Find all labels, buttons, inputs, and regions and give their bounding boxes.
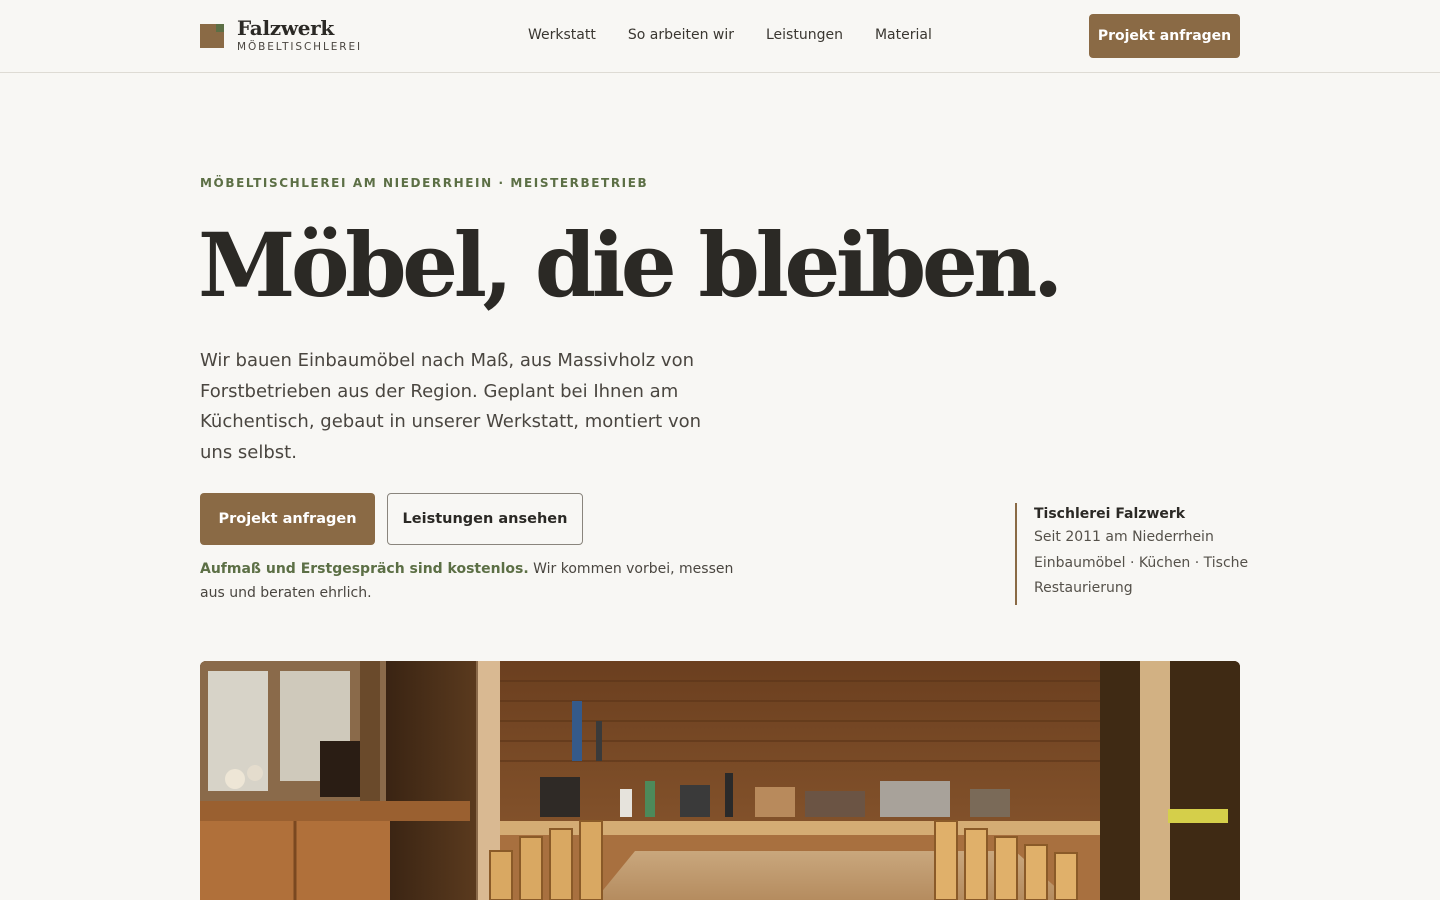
view-services-button[interactable]: Leistungen ansehen	[387, 493, 583, 545]
hero-eyebrow: MÖBELTISCHLEREI AM NIEDERRHEIN · MEISTER…	[200, 176, 649, 190]
nav-link-material[interactable]: Material	[875, 25, 932, 45]
header-project-request-button[interactable]: Projekt anfragen	[1089, 14, 1240, 58]
workshop-photo	[200, 661, 1240, 900]
nav-link-werkstatt[interactable]: Werkstatt	[528, 25, 596, 45]
main-nav: Werkstatt So arbeiten wir Leistungen Mat…	[528, 25, 964, 45]
brand-subtitle: MÖBELTISCHLEREI	[237, 41, 362, 53]
hero-note: Aufmaß und Erstgespräch sind kostenlos. …	[200, 557, 760, 605]
company-info-card: Tischlerei Falzwerk Seit 2011 am Niederr…	[1015, 503, 1249, 605]
falzwerk-logo-square-icon	[200, 24, 224, 48]
nav-link-leistungen[interactable]: Leistungen	[766, 25, 843, 45]
info-card-title: Tischlerei Falzwerk	[1034, 506, 1186, 522]
brand-logo-link[interactable]: Falzwerk MÖBELTISCHLEREI	[200, 17, 362, 57]
workshop-photo-illustration	[200, 661, 1240, 900]
info-card-line: Einbaumöbel · Küchen · Tische	[1034, 554, 1249, 571]
info-card-line: Seit 2011 am Niederrhein	[1034, 529, 1214, 545]
site-header: Falzwerk MÖBELTISCHLEREI Werkstatt So ar…	[0, 0, 1440, 73]
hero-headline: Möbel, die bleiben.	[198, 213, 1063, 317]
brand-text: Falzwerk MÖBELTISCHLEREI	[237, 17, 362, 53]
hero-lead-text: Wir bauen Einbaumöbel nach Maß, aus Mass…	[200, 350, 702, 464]
hero-note-highlight: Aufmaß und Erstgespräch sind kostenlos.	[200, 561, 529, 577]
info-card-line: Restaurierung	[1034, 580, 1133, 596]
project-request-button[interactable]: Projekt anfragen	[200, 493, 375, 545]
nav-link-so-arbeiten-wir[interactable]: So arbeiten wir	[628, 25, 734, 45]
brand-name: Falzwerk	[237, 16, 334, 40]
